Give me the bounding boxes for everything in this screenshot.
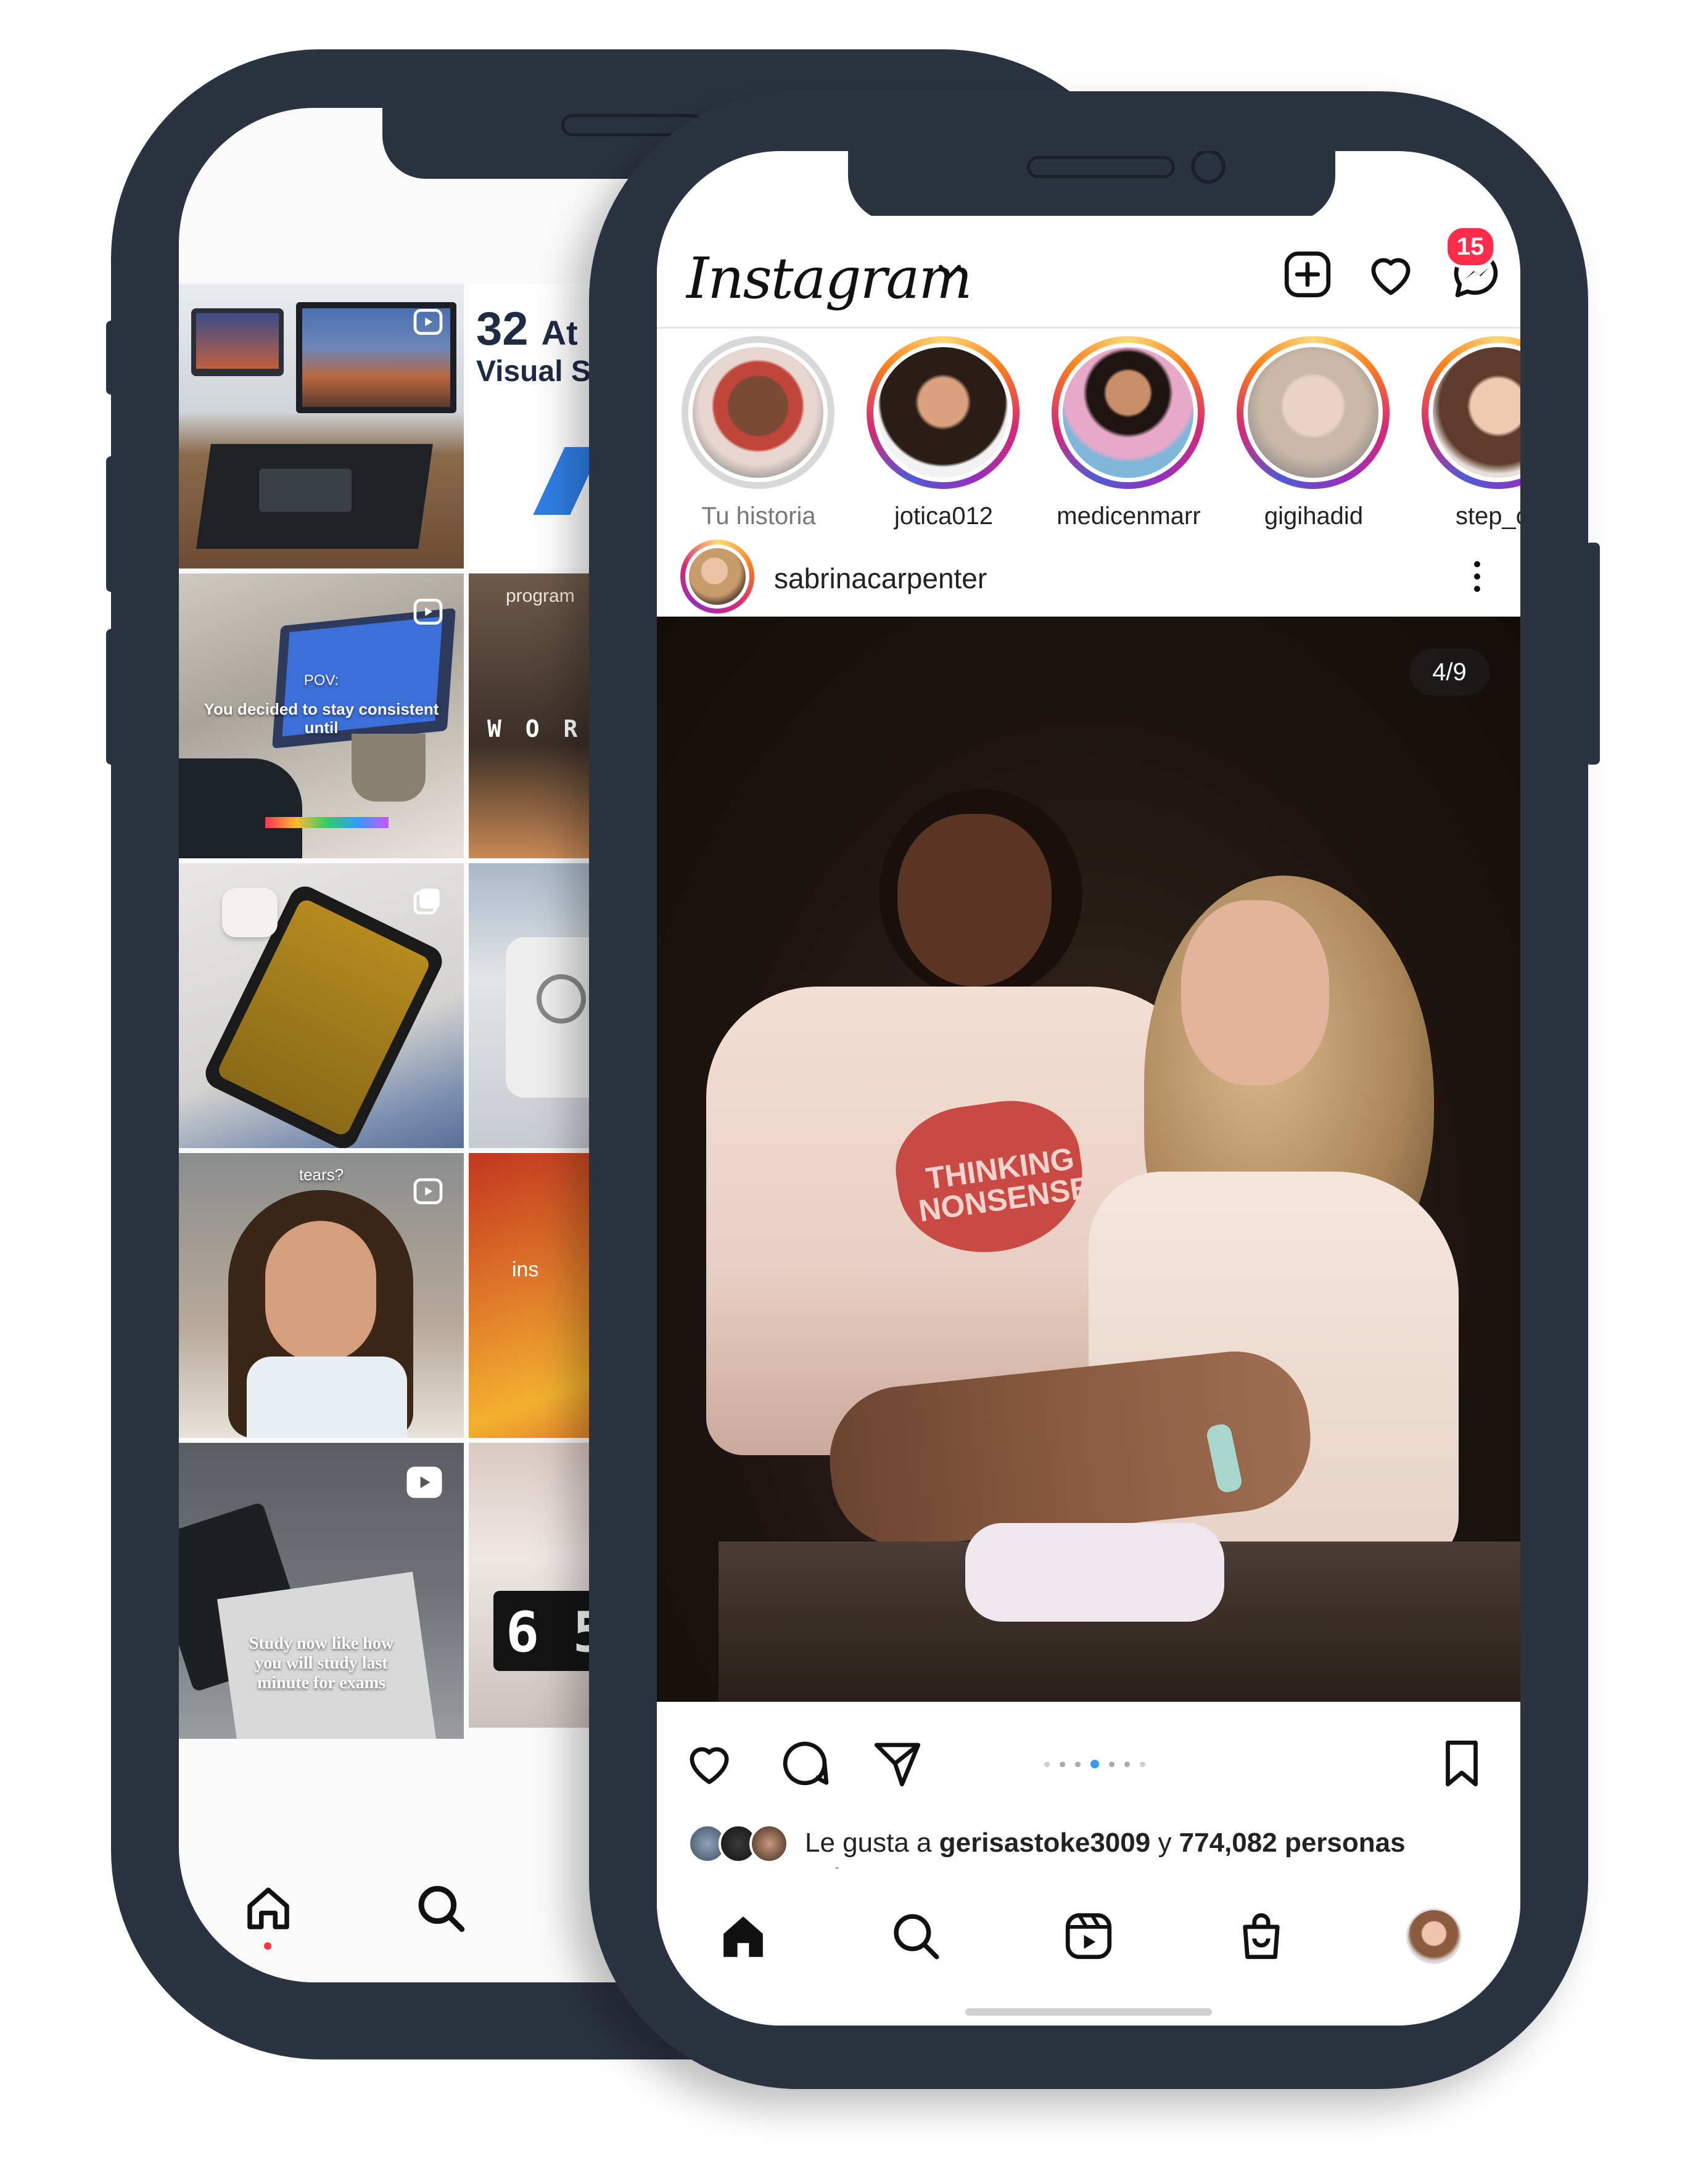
tile-overlay-text: You decided to stay consistent [204,700,439,718]
carousel-dot [1140,1762,1145,1767]
story-name: step_ca [1455,503,1520,530]
comment-icon[interactable] [777,1736,833,1791]
story-name: Tu historia [701,503,816,530]
bag-charm-shape [537,974,586,1024]
liker-avatar[interactable] [749,1824,789,1863]
home-indicator [965,2008,1212,2016]
story-ring [867,336,1020,489]
promo-subline: Visual S [476,355,591,388]
left-person-face [897,814,1052,987]
post-header: sabrinacarpenter [657,540,1520,614]
profile-avatar[interactable] [1406,1908,1462,1964]
carousel-dot [1060,1762,1065,1767]
carousel-dot [1044,1762,1050,1767]
sticky-tabs [265,817,389,828]
story-avatar [1428,343,1520,482]
carousel-dot [1075,1762,1081,1767]
front-phone-screen: Instagram 15 Tu historia jotica012 medic… [657,151,1520,2026]
heart-icon[interactable] [1363,247,1419,302]
chevron-down-icon[interactable] [931,253,968,290]
keyboard-shape [259,469,352,512]
back-phone-volume-up [106,456,120,592]
tile-overlay-text: program [506,586,575,606]
search-icon[interactable] [413,1881,469,1936]
reels-icon[interactable] [1061,1908,1116,1964]
carousel-dot [1124,1762,1130,1767]
story-avatar [1243,343,1383,482]
story-avatar [1058,343,1198,482]
home-activity-dot [264,1942,271,1950]
reels-icon [406,1466,442,1498]
post-author-avatar[interactable] [680,540,754,614]
face-shape [265,1221,376,1363]
liker-username[interactable]: gerisastoke3009 [939,1828,1150,1858]
post-image[interactable]: THINKING NONSENSE 4/9 [657,617,1520,1702]
sweater-shape [247,1357,407,1438]
likes-row: Le gusta a gerisastoke3009 y 774,082 per… [657,1819,1520,1868]
app-header: Instagram 15 [657,216,1520,329]
carousel-icon [413,889,440,914]
tile-overlay-text: until [304,718,339,737]
likes-count[interactable]: 774,082 personas [1179,1828,1406,1858]
arm-shape [179,758,302,858]
grid-tile-study-notebook[interactable]: Study now like how you will study last m… [179,1443,464,1739]
story-ring [682,336,834,489]
story-ring [1237,336,1390,489]
grid-tile-tears-selfie[interactable]: tears? [179,1153,464,1438]
grid-tile-pov-laptop[interactable]: POV: You decided to stay consistent unti… [179,573,464,858]
story-avatar [688,343,828,482]
airpods-case-shape [222,888,278,937]
tile-overlay-text: minute for exams [257,1673,385,1693]
story-name: jotica012 [894,503,994,530]
grid-tile-desk-setup[interactable] [179,284,464,569]
laptop-screen [196,313,279,369]
promo-headline: 32 At [476,303,578,355]
messages-badge: 15 [1444,225,1496,268]
search-icon[interactable] [888,1908,944,1964]
share-send-icon[interactable] [870,1736,925,1791]
shop-bag-icon[interactable] [1234,1908,1289,1964]
like-heart-icon[interactable] [682,1736,737,1791]
carousel-dot [1109,1762,1114,1767]
home-icon[interactable] [715,1908,771,1964]
more-options-icon[interactable] [1471,558,1483,595]
bottom-nav [657,1878,1520,2026]
story-ring [1052,336,1205,489]
tile-overlay-text: you will study last [255,1654,388,1673]
stories-tray: Tu historia jotica012 medicenmarr gigiha… [657,336,1520,533]
story-ring [1422,336,1520,489]
carousel-counter: 4/9 [1409,649,1489,696]
story-name: gigihadid [1264,503,1364,530]
post-username[interactable]: sabrinacarpenter [774,562,987,595]
front-phone-speaker [1027,156,1175,178]
carousel-dot-active [1090,1760,1099,1768]
story-avatar [873,343,1013,482]
shorts-shape [965,1523,1224,1622]
back-phone-volume-down [106,629,120,765]
carousel-dots [1039,1759,1150,1770]
reels-icon [413,309,443,335]
post-actions [657,1705,1520,1810]
tile-overlay-text: POV: [303,672,339,689]
back-phone-mute-switch [106,321,120,395]
reels-icon [413,1178,443,1204]
mug-shape [352,734,426,802]
right-person-face [1181,900,1329,1085]
tile-overlay-text: Study now like how [249,1634,394,1653]
story-name: medicenmarr [1057,503,1201,530]
likes-more[interactable]: más [805,1863,856,1868]
home-icon[interactable] [241,1881,296,1936]
grid-tile-tablet-bed[interactable] [179,863,464,1148]
front-phone-power-button [1585,543,1600,765]
likes-text[interactable]: Le gusta a gerisastoke3009 y 774,082 per… [805,1828,1406,1858]
app-title[interactable]: Instagram [686,245,973,311]
tile-overlay-text: ins [512,1258,539,1281]
reels-icon [413,599,443,625]
new-post-icon[interactable] [1280,247,1335,302]
bookmark-icon[interactable] [1434,1736,1489,1791]
